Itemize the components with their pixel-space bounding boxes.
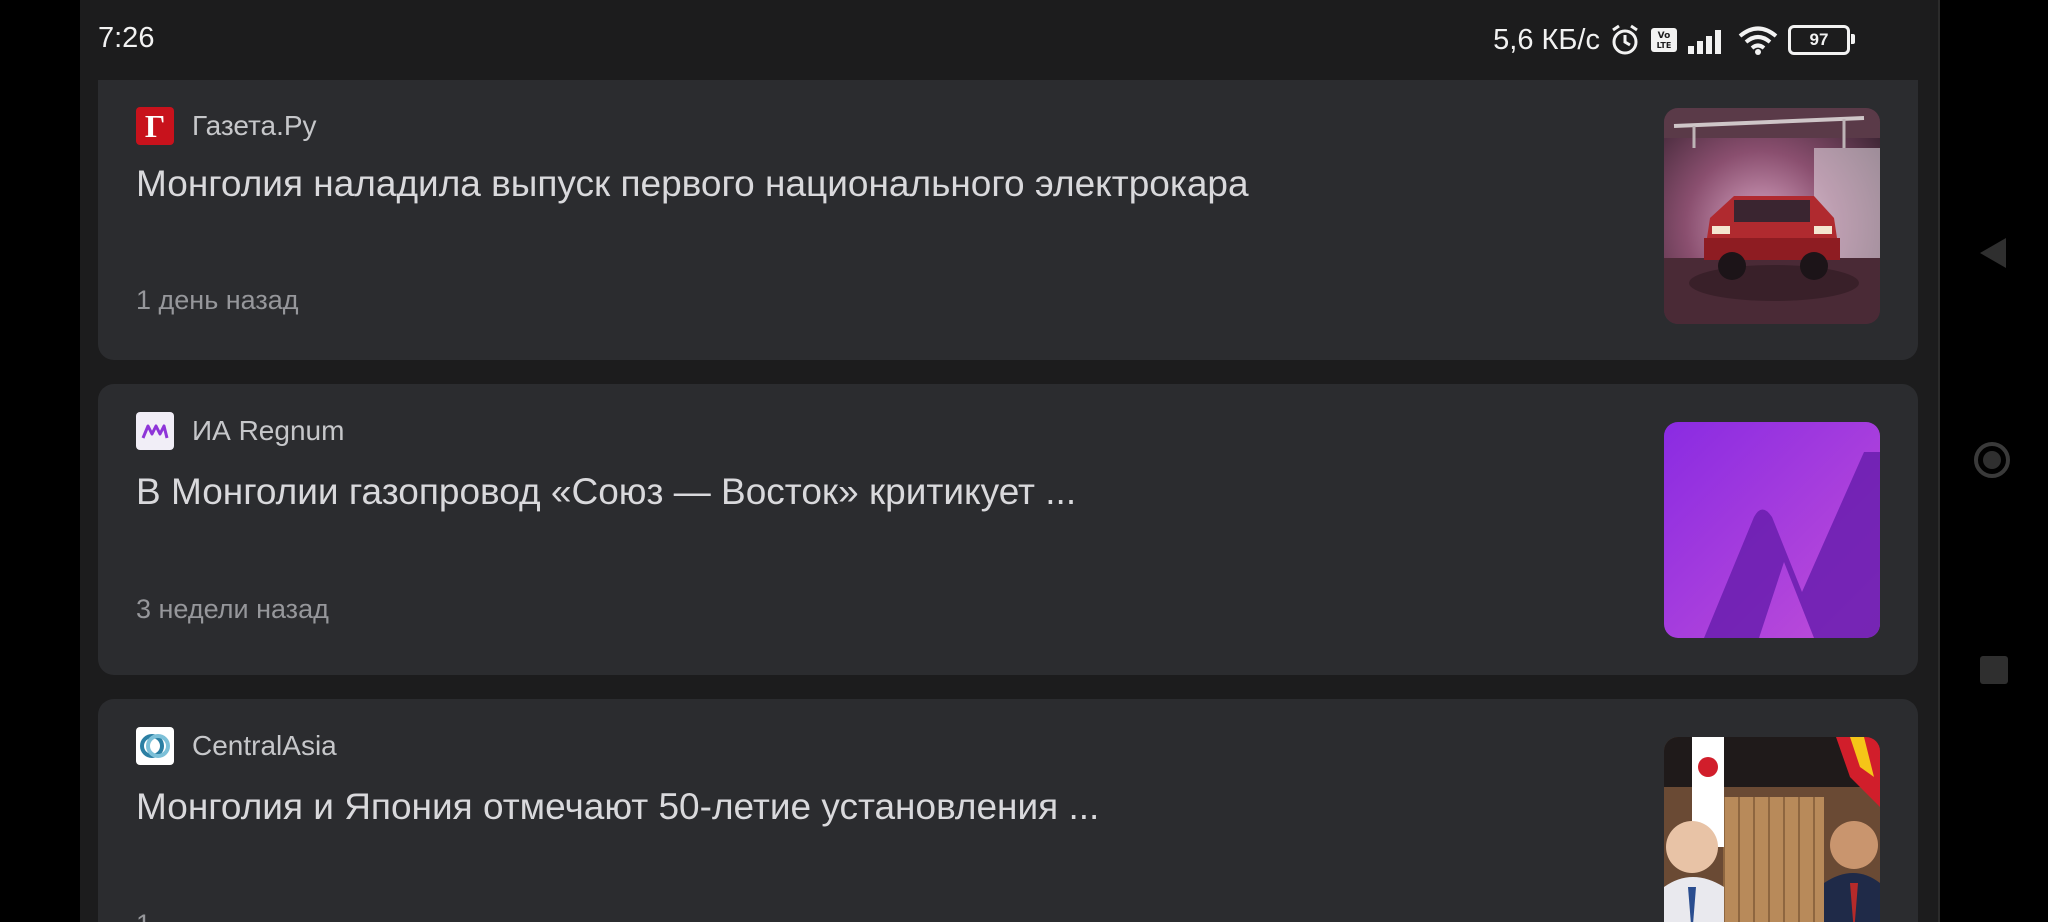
news-thumbnail[interactable] — [1664, 108, 1880, 324]
navigation-bar — [1938, 0, 2048, 922]
source-name: CentralAsia — [192, 730, 337, 761]
alarm-icon — [1612, 24, 1638, 55]
news-headline[interactable]: В Монголии газопровод «Союз — Восток» кр… — [136, 470, 1076, 514]
status-icons: 5,6 КБ/с Vo LTE 97 — [1493, 20, 1855, 60]
network-speed: 5,6 КБ/с — [1493, 23, 1600, 56]
volte-icon: Vo LTE — [1651, 28, 1677, 52]
news-source: Г Газета.Ру — [136, 107, 317, 145]
news-time: 3 недели назад — [136, 594, 329, 624]
news-card[interactable]: Г Газета.Ру Монголия наладила выпуск пер… — [98, 80, 1918, 360]
news-time: 1 день назад — [136, 285, 299, 315]
centralasia-logo-icon — [136, 727, 174, 765]
gazeta-logo-letter: Г — [144, 107, 166, 144]
news-card[interactable]: ИА Regnum В Монголии газопровод «Союз — … — [98, 384, 1918, 675]
recents-icon[interactable] — [1980, 656, 2008, 684]
news-thumbnail[interactable] — [1664, 422, 1880, 638]
news-source: CentralAsia — [136, 727, 337, 765]
regnum-logo-icon — [136, 412, 174, 450]
signal-icon — [1688, 30, 1721, 54]
wifi-icon — [1738, 26, 1778, 55]
mongolia-japan-meeting-image — [1664, 737, 1880, 922]
svg-text:Vo: Vo — [1658, 31, 1671, 41]
news-headline[interactable]: Монголия наладила выпуск первого национа… — [136, 162, 1249, 206]
back-icon[interactable] — [1978, 236, 2008, 270]
svg-text:LTE: LTE — [1657, 41, 1672, 50]
news-screen: 7:26 5,6 КБ/с Vo LTE 97 Г Газета.Ру Монг… — [80, 0, 1938, 922]
news-time: 1 — [136, 909, 151, 922]
gazeta-logo-icon: Г — [136, 107, 174, 145]
source-name: ИА Regnum — [192, 415, 345, 446]
source-name: Газета.Ру — [192, 110, 317, 141]
news-thumbnail[interactable] — [1664, 737, 1880, 922]
status-bar: 7:26 5,6 КБ/с Vo LTE 97 — [80, 0, 1938, 80]
battery-icon: 97 — [1788, 25, 1855, 55]
red-car-image — [1664, 108, 1880, 324]
regnum-logo-image — [1664, 422, 1880, 638]
news-headline[interactable]: Монголия и Япония отмечают 50-летие уста… — [136, 785, 1099, 829]
home-icon[interactable] — [1974, 442, 2010, 478]
news-card[interactable]: CentralAsia Монголия и Япония отмечают 5… — [98, 699, 1918, 922]
clock: 7:26 — [98, 22, 155, 54]
battery-level: 97 — [1809, 30, 1829, 49]
news-source: ИА Regnum — [136, 412, 344, 450]
